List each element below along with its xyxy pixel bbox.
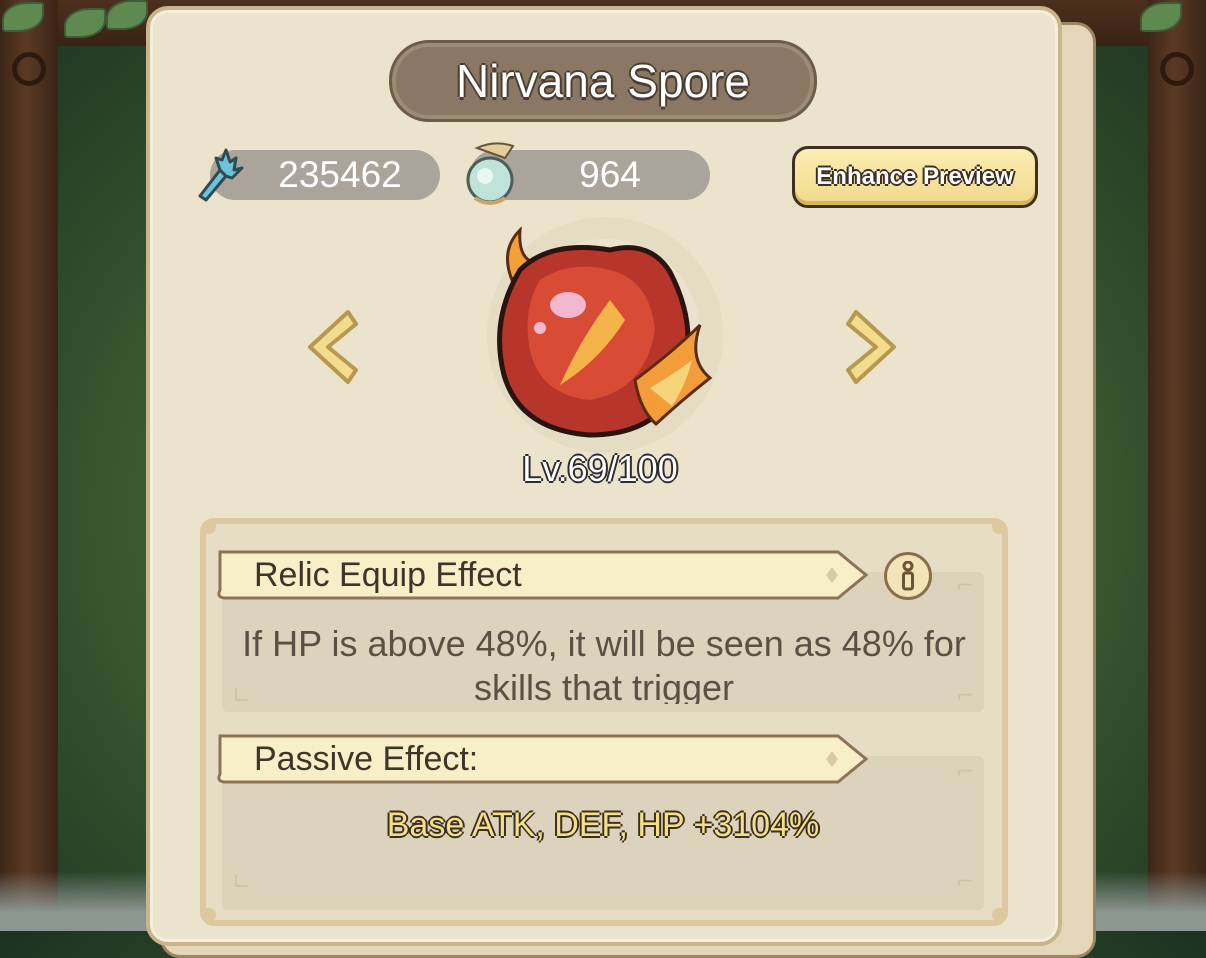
chevron-left-icon[interactable] xyxy=(298,306,358,388)
wooden-post-right xyxy=(1148,0,1206,931)
info-icon xyxy=(902,561,914,591)
corner-deco: ⌐ xyxy=(956,760,975,785)
frame-corner-ornament xyxy=(992,520,1006,534)
wood-knot-decoration xyxy=(12,52,46,86)
chevron-right-icon[interactable] xyxy=(846,306,906,388)
wood-knot-decoration xyxy=(1160,52,1194,86)
potion-currency-value: 964 xyxy=(579,154,641,195)
frame-corner-ornament xyxy=(202,520,216,534)
wooden-post-left xyxy=(0,0,58,931)
potion-icon xyxy=(466,142,515,205)
passive-effect-title: Passive Effect: xyxy=(254,740,479,778)
relic-level: Lv.69/100 xyxy=(522,448,678,489)
enhance-preview-button[interactable]: Enhance Preview xyxy=(792,146,1038,208)
fork-icon xyxy=(198,148,244,202)
corner-deco: ⌐ xyxy=(956,870,975,895)
equip-effect-title: Relic Equip Effect xyxy=(254,556,522,594)
title-plate: Nirvana Spore xyxy=(389,40,817,122)
corner-deco: ⌐ xyxy=(956,574,975,599)
frame-corner-ornament xyxy=(992,908,1006,922)
info-button[interactable] xyxy=(884,552,932,600)
corner-deco: ∟ xyxy=(232,870,251,895)
frame-corner-ornament xyxy=(202,908,216,922)
nirvana-spore-relic-image xyxy=(487,217,723,453)
equip-effect-description[interactable]: If HP is above 48%, it will be seen as 4… xyxy=(232,622,976,704)
passive-effect-value: Base ATK, DEF, HP +3104% xyxy=(386,806,820,844)
fork-currency-value: 235462 xyxy=(278,154,402,195)
enhance-preview-label: Enhance Preview xyxy=(816,163,1014,190)
relic-name: Nirvana Spore xyxy=(455,55,751,107)
